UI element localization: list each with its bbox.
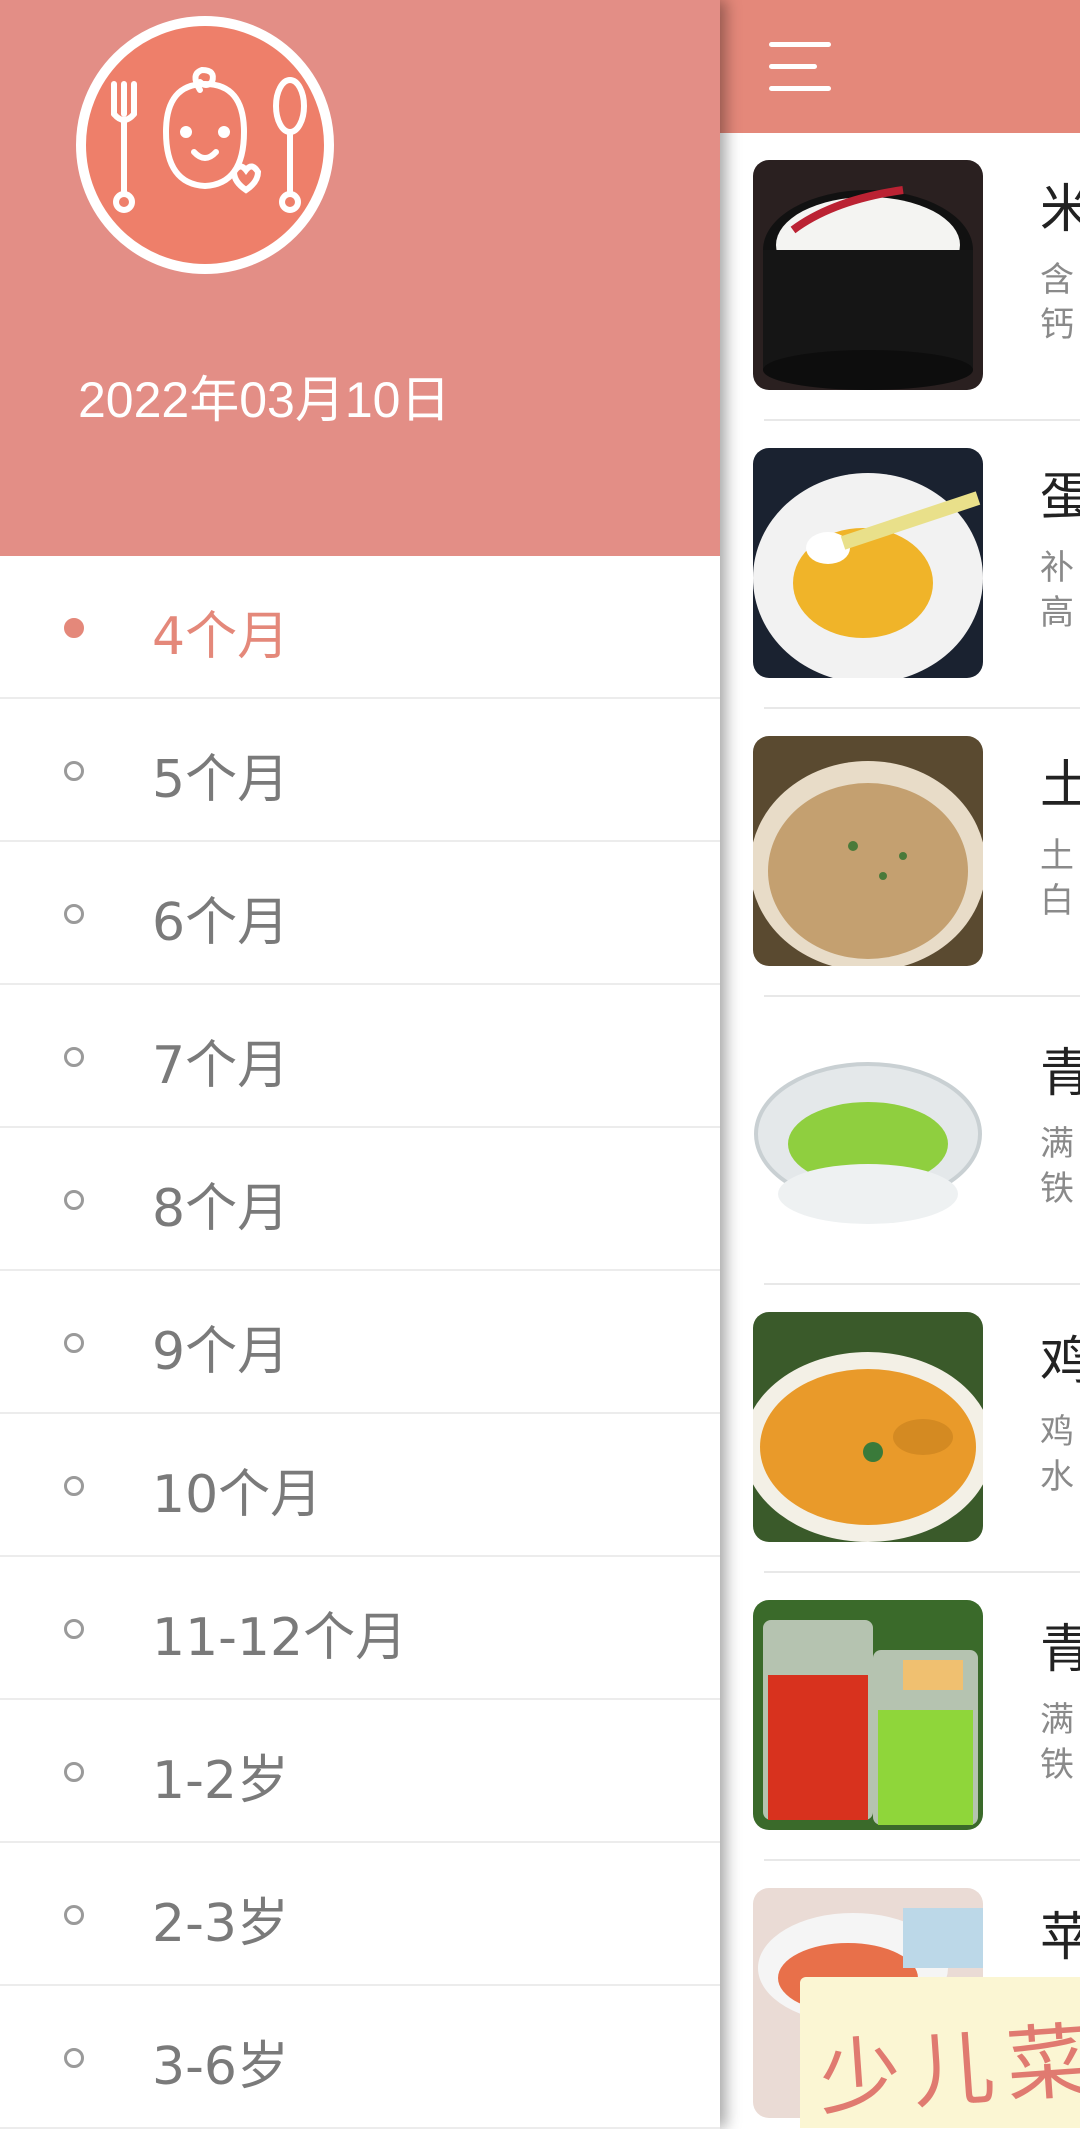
watermark-banner: 少儿菜 xyxy=(800,1977,1080,2128)
age-group-list: 4个月 5个月 6个月 7个月 8个月 9个月 10个月 11-12个月 1-2岁 2-3岁 3-6… xyxy=(0,556,720,2129)
age-item-label: 8个月 xyxy=(152,1179,290,1239)
current-date: 2022年03月10日 xyxy=(78,372,451,428)
age-item-label: 4个月 xyxy=(152,607,290,667)
recipe-name: 青 xyxy=(1040,1620,1080,1680)
recipe-description: 鸡 水 xyxy=(1040,1412,1074,1497)
recipe-list-item[interactable]: 米含 钙 xyxy=(720,133,1080,421)
age-item-label: 5个月 xyxy=(152,750,290,810)
recipe-name: 米 xyxy=(1040,180,1080,240)
recipe-name: 青 xyxy=(1040,1044,1080,1104)
egg-yolk-image xyxy=(753,448,983,678)
recipe-list-screen: 米含 钙蛋补 高土土 白青满 铁鸡鸡 水青满 铁苹 少儿菜 xyxy=(720,0,1080,2128)
age-item[interactable]: 10个月 xyxy=(0,1414,720,1557)
age-item-label: 10个月 xyxy=(152,1465,323,1525)
watermark-text: 少儿菜 xyxy=(815,2013,1080,2128)
age-item[interactable]: 9个月 xyxy=(0,1271,720,1414)
recipe-name: 苹 xyxy=(1040,1908,1080,1968)
drawer-header: 2022年03月10日 xyxy=(0,0,720,556)
bullet-icon xyxy=(64,1476,84,1496)
rice-porridge-image xyxy=(753,160,983,390)
age-item-label: 3-6岁 xyxy=(152,2037,289,2097)
age-item-label: 6个月 xyxy=(152,893,290,953)
bullet-icon xyxy=(64,761,84,781)
age-item[interactable]: 4个月 xyxy=(0,556,720,699)
mashed-potato-image xyxy=(753,736,983,966)
recipe-list-item[interactable]: 土土 白 xyxy=(720,709,1080,997)
bullet-icon xyxy=(64,2048,84,2068)
recipe-list-item[interactable]: 鸡鸡 水 xyxy=(720,1285,1080,1573)
age-item[interactable]: 1-2岁 xyxy=(0,1700,720,1843)
recipe-description: 含 钙 xyxy=(1040,260,1074,345)
recipe-description: 补 高 xyxy=(1040,548,1074,633)
recipe-name: 土 xyxy=(1040,756,1080,816)
navigation-drawer: 2022年03月10日 4个月 5个月 6个月 7个月 8个月 9个月 10个月 11-12个… xyxy=(0,0,720,2129)
bullet-icon xyxy=(64,904,84,924)
age-item[interactable]: 6个月 xyxy=(0,842,720,985)
soup-image xyxy=(753,1312,983,1542)
age-item[interactable]: 5个月 xyxy=(0,699,720,842)
recipe-list-item[interactable]: 青满 铁 xyxy=(720,1573,1080,1861)
selected-bullet-icon xyxy=(64,618,84,638)
age-item[interactable]: 11-12个月 xyxy=(0,1557,720,1700)
recipe-list-item[interactable]: 蛋补 高 xyxy=(720,421,1080,709)
age-item-label: 11-12个月 xyxy=(152,1608,408,1668)
age-item[interactable]: 7个月 xyxy=(0,985,720,1128)
age-item-label: 2-3岁 xyxy=(152,1894,289,1954)
green-puree-image xyxy=(753,1024,983,1254)
recipe-description: 满 铁 xyxy=(1040,1700,1074,1785)
age-item-label: 1-2岁 xyxy=(152,1751,289,1811)
age-item-label: 7个月 xyxy=(152,1036,290,1096)
recipe-description: 满 铁 xyxy=(1040,1124,1074,1209)
baby-food-logo-icon xyxy=(76,16,334,274)
age-item[interactable]: 2-3岁 xyxy=(0,1843,720,1986)
recipe-list-item[interactable]: 青满 铁 xyxy=(720,997,1080,1285)
recipe-description: 土 白 xyxy=(1040,836,1074,921)
age-item[interactable]: 3-6岁 xyxy=(0,1986,720,2129)
menu-icon[interactable] xyxy=(769,40,833,96)
app-bar xyxy=(720,0,1080,133)
age-item-label: 9个月 xyxy=(152,1322,290,1382)
recipe-name: 鸡 xyxy=(1040,1332,1080,1392)
bullet-icon xyxy=(64,1905,84,1925)
bullet-icon xyxy=(64,1190,84,1210)
juice-image xyxy=(753,1600,983,1830)
bullet-icon xyxy=(64,1762,84,1782)
bullet-icon xyxy=(64,1047,84,1067)
bullet-icon xyxy=(64,1619,84,1639)
age-item[interactable]: 8个月 xyxy=(0,1128,720,1271)
recipe-name: 蛋 xyxy=(1040,468,1080,528)
bullet-icon xyxy=(64,1333,84,1353)
